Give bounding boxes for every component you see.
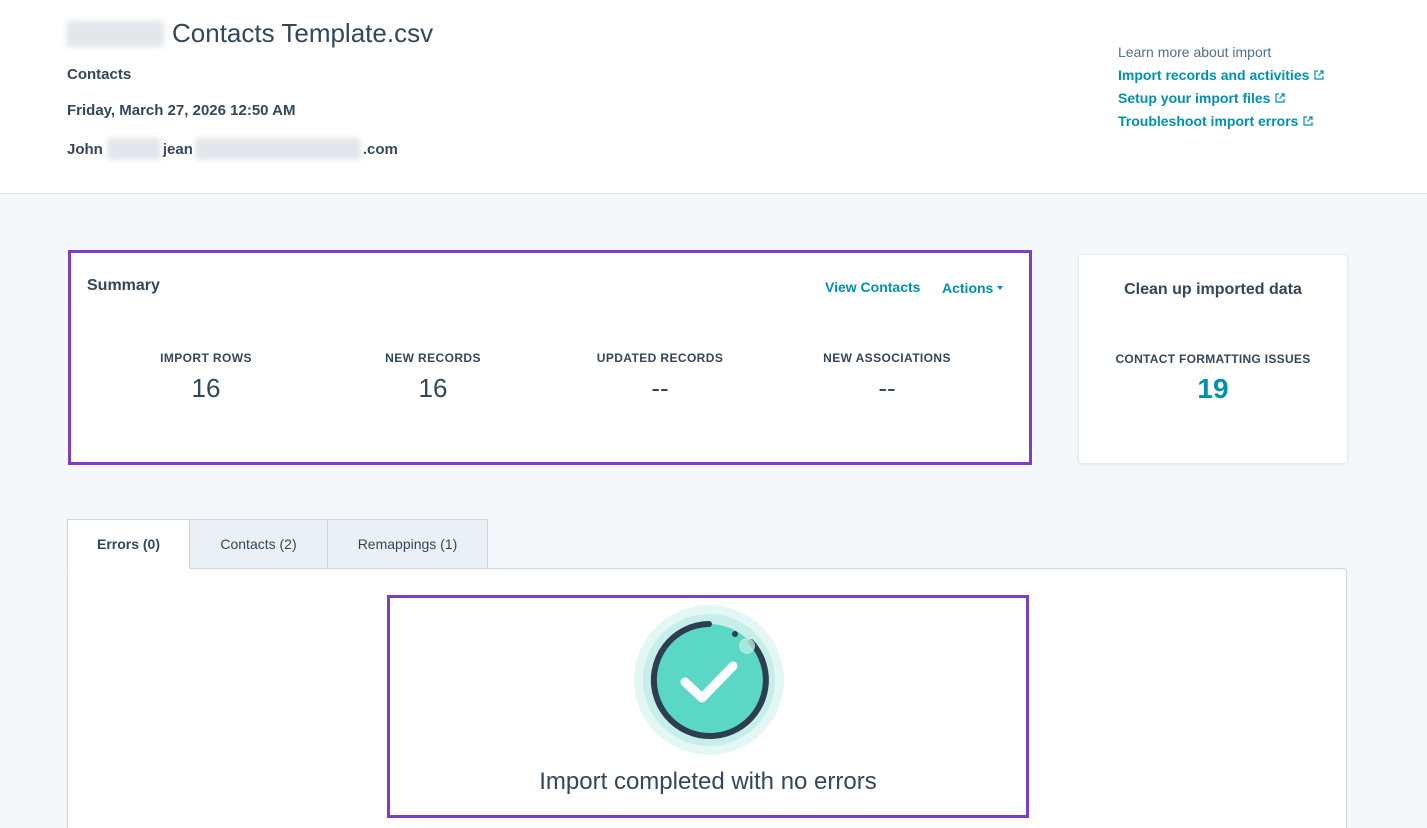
external-link-icon bbox=[1303, 116, 1314, 126]
stat-label: IMPORT ROWS bbox=[160, 351, 252, 365]
import-user: John jean .com bbox=[67, 138, 398, 160]
stat-value: 16 bbox=[191, 373, 221, 403]
learn-more-panel: Learn more about import Import records a… bbox=[1118, 44, 1325, 136]
link-label: Troubleshoot import errors bbox=[1118, 113, 1299, 129]
user-email-start: jean bbox=[162, 140, 193, 158]
result-message: Import completed with no errors bbox=[539, 768, 877, 795]
redacted-last-name bbox=[106, 138, 161, 160]
tab-remappings[interactable]: Remappings (1) bbox=[327, 519, 488, 569]
import-date: Friday, March 27, 2026 12:50 AM bbox=[67, 102, 296, 119]
learn-more-title: Learn more about import bbox=[1118, 44, 1272, 60]
stat-new-associations: NEW ASSOCIATIONS -- bbox=[787, 351, 987, 404]
stat-label: UPDATED RECORDS bbox=[596, 351, 724, 365]
tab-contacts[interactable]: Contacts (2) bbox=[189, 519, 328, 569]
cleanup-title: Clean up imported data bbox=[1124, 281, 1302, 298]
stat-new-records: NEW RECORDS 16 bbox=[333, 351, 533, 404]
stat-import-rows: IMPORT ROWS 16 bbox=[106, 351, 306, 404]
stat-label: NEW ASSOCIATIONS bbox=[823, 351, 951, 365]
check-circle-icon bbox=[634, 605, 784, 755]
user-first-name: John bbox=[67, 140, 103, 158]
file-title: Contacts Template.csv bbox=[66, 18, 433, 49]
link-troubleshoot-errors[interactable]: Troubleshoot import errors bbox=[1118, 113, 1324, 129]
summary-card: Summary View Contacts Actions IMPORT ROW… bbox=[68, 250, 1032, 465]
stat-value: -- bbox=[651, 373, 669, 403]
formatting-issues-count[interactable]: 19 bbox=[1079, 373, 1347, 405]
user-email-end: .com bbox=[362, 140, 398, 158]
stat-label: NEW RECORDS bbox=[385, 351, 481, 365]
caret-down-icon bbox=[997, 286, 1004, 290]
object-type: Contacts bbox=[67, 66, 132, 83]
stat-value: 16 bbox=[418, 373, 448, 403]
external-link-icon bbox=[1275, 93, 1286, 103]
file-name: Contacts Template.csv bbox=[172, 18, 434, 48]
external-link-icon bbox=[1314, 70, 1325, 80]
summary-title: Summary bbox=[87, 277, 160, 294]
link-import-records[interactable]: Import records and activities bbox=[1118, 67, 1325, 83]
tab-errors[interactable]: Errors (0) bbox=[67, 519, 190, 569]
stat-value: -- bbox=[878, 373, 896, 403]
import-header: Contacts Template.csv Contacts Friday, M… bbox=[0, 0, 1427, 194]
link-label: Setup your import files bbox=[1118, 90, 1271, 106]
cleanup-card: Clean up imported data CONTACT FORMATTIN… bbox=[1078, 254, 1348, 464]
view-contacts-link[interactable]: View Contacts bbox=[825, 279, 920, 295]
link-setup-import-files[interactable]: Setup your import files bbox=[1118, 90, 1324, 106]
import-result: Import completed with no errors bbox=[387, 595, 1029, 818]
redacted-email bbox=[194, 138, 361, 160]
cleanup-label: CONTACT FORMATTING ISSUES bbox=[1115, 352, 1311, 366]
actions-dropdown[interactable]: Actions bbox=[942, 280, 1004, 296]
redacted-filename-prefix bbox=[66, 20, 164, 47]
stat-updated-records: UPDATED RECORDS -- bbox=[560, 351, 760, 404]
actions-label: Actions bbox=[942, 280, 994, 296]
link-label: Import records and activities bbox=[1118, 67, 1310, 83]
